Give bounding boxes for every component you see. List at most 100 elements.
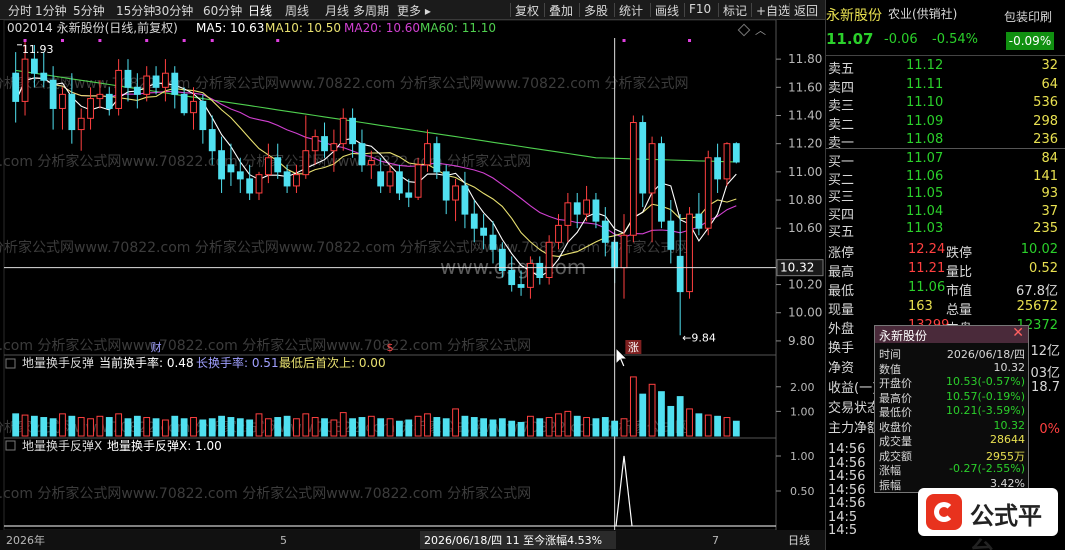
turnover-bar[interactable] [395,420,403,437]
turnover-bar[interactable] [442,418,450,437]
turnover-bar[interactable] [508,420,516,437]
candle[interactable] [452,185,459,201]
period-tab-10[interactable]: 更多 ▸ [397,2,431,19]
candle[interactable] [470,213,478,229]
turnover-bar[interactable] [162,419,169,437]
candle[interactable] [283,171,291,187]
turnover-bar[interactable] [555,413,562,437]
candle[interactable] [667,220,675,250]
candle[interactable] [330,143,338,152]
turnover-bar[interactable] [573,415,581,437]
candle[interactable] [246,178,254,194]
turnover-bar[interactable] [704,414,712,437]
candle[interactable] [573,202,581,215]
turnover-bar[interactable] [255,413,263,437]
turnover-bar[interactable] [293,418,300,437]
period-tab-5[interactable]: 60分钟 [203,2,242,19]
close-icon[interactable]: ✕ [1012,325,1024,341]
turnover-bar[interactable] [564,410,572,437]
turnover-bar[interactable] [68,415,76,437]
candle[interactable] [152,75,160,88]
turnover-bar[interactable] [21,414,29,437]
candle[interactable] [648,143,656,194]
candle[interactable] [227,164,235,173]
period-tab-8[interactable]: 月线 [325,2,349,19]
turnover-bar[interactable] [489,419,497,437]
turnover-bar[interactable] [77,417,85,437]
candle[interactable] [461,185,469,215]
candle[interactable] [49,79,57,109]
turnover-bar[interactable] [527,415,534,437]
turnover-bar[interactable] [452,408,459,437]
toolbar-button-2[interactable]: 多股 [584,2,608,19]
candle[interactable] [311,136,319,152]
candle[interactable] [264,157,272,176]
candle[interactable] [302,150,310,176]
candle[interactable] [190,100,197,114]
bid-row[interactable]: 买三 11.05 93 [826,185,1065,205]
turnover-bar[interactable] [480,418,488,437]
candle[interactable] [433,143,441,173]
candle[interactable] [620,234,628,269]
turnover-bar[interactable] [115,413,123,437]
turnover-bar[interactable] [386,418,394,437]
turnover-bar[interactable] [611,420,619,437]
candle[interactable] [545,241,553,279]
indicator-toggle-icon[interactable] [5,358,16,369]
turnover-bar[interactable] [433,417,441,437]
candle[interactable] [639,122,647,194]
candle[interactable] [171,72,179,95]
turnover-bar[interactable] [171,415,179,437]
candle[interactable] [489,234,497,250]
turnover-bar[interactable] [723,417,731,437]
candle[interactable] [21,58,29,102]
candle[interactable] [255,174,263,194]
candle[interactable] [59,93,66,109]
candle[interactable] [358,143,366,166]
candle[interactable] [115,69,123,109]
period-tab-3[interactable]: 15分钟 [116,2,155,19]
bid-row[interactable]: 买一 11.07 84 [826,150,1065,170]
turnover-bar[interactable] [517,421,525,437]
candle[interactable] [367,160,375,166]
candle[interactable] [723,143,731,180]
turnover-bar[interactable] [330,419,338,437]
turnover-bar[interactable] [246,419,254,437]
indicator-toggle-icon[interactable] [5,440,16,451]
turnover-bar[interactable] [124,418,132,437]
turnover-bar[interactable] [152,418,160,437]
turnover-bar[interactable] [695,413,703,437]
candle[interactable] [321,136,328,152]
candle[interactable] [236,171,244,180]
bid-row[interactable]: 买四 11.04 37 [826,203,1065,223]
turnover-bar[interactable] [105,417,113,437]
period-tab-1[interactable]: 1分钟 [35,2,67,19]
turnover-bar[interactable] [414,415,422,437]
candle[interactable] [87,98,94,119]
candle[interactable] [676,255,684,293]
turnover-bar[interactable] [601,417,609,437]
turnover-bar[interactable] [199,419,207,437]
candle[interactable] [583,199,590,215]
candle[interactable] [658,143,665,222]
candle[interactable] [77,117,85,131]
candle[interactable] [601,220,609,243]
ask-row[interactable]: 卖二 11.09 298 [826,113,1065,133]
turnover-bar[interactable] [732,420,740,437]
candle[interactable] [395,171,403,194]
turnover-bar[interactable] [536,418,544,437]
turnover-bar[interactable] [461,415,469,437]
candle[interactable] [592,199,600,222]
candle[interactable] [714,157,722,180]
toolbar-button-5[interactable]: F10 [689,2,711,16]
candle[interactable] [629,122,637,236]
candle[interactable] [143,75,151,95]
turnover-bar[interactable] [302,413,310,437]
candle[interactable] [414,164,422,198]
candle[interactable] [424,143,431,166]
turnover-bar[interactable] [367,415,375,437]
turnover-bar[interactable] [592,418,600,437]
toolbar-button-1[interactable]: 叠加 [549,2,573,19]
turnover-bar[interactable] [686,408,693,437]
candle[interactable] [442,171,450,201]
